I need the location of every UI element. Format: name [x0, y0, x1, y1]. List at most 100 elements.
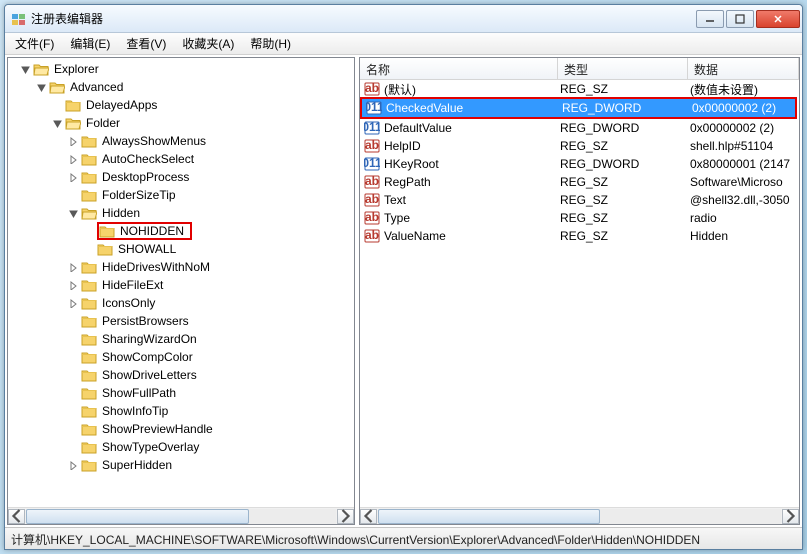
tree-item-hideDrivesWithNoM[interactable]: HideDrivesWithNoM — [8, 258, 354, 276]
tree-item-explorer[interactable]: Explorer — [8, 60, 354, 78]
menu-edit[interactable]: 编辑(E) — [62, 33, 118, 54]
expander-icon[interactable] — [68, 136, 79, 147]
menu-favorites[interactable]: 收藏夹(A) — [174, 33, 242, 54]
list-hscroll[interactable] — [360, 507, 799, 524]
tree-item-sharingWizardOn[interactable]: SharingWizardOn — [8, 330, 354, 348]
expander-icon[interactable] — [68, 208, 79, 219]
scroll-left-button[interactable] — [8, 509, 25, 524]
tree-item-desktopProcess[interactable]: DesktopProcess — [8, 168, 354, 186]
close-button[interactable] — [756, 10, 800, 28]
maximize-button[interactable] — [726, 10, 754, 28]
folder-icon — [81, 170, 97, 184]
tree-item-persistBrowsers[interactable]: PersistBrowsers — [8, 312, 354, 330]
list-body[interactable]: (默认) REG_SZ (数值未设置) CheckedValue REG_DWO… — [360, 80, 799, 507]
folder-icon — [81, 260, 97, 274]
expander-icon[interactable] — [68, 334, 79, 345]
expander-icon[interactable] — [68, 406, 79, 417]
tree-item-iconsOnly[interactable]: IconsOnly — [8, 294, 354, 312]
tree-item-showall[interactable]: SHOWALL — [8, 240, 354, 258]
expander-icon[interactable] — [68, 424, 79, 435]
expander-icon[interactable] — [68, 190, 79, 201]
folder-icon — [81, 134, 97, 148]
expander-icon[interactable] — [68, 388, 79, 399]
value-type: REG_SZ — [560, 211, 690, 225]
expander-icon[interactable] — [68, 154, 79, 165]
tree-item-showPreviewHandle[interactable]: ShowPreviewHandle — [8, 420, 354, 438]
tree-label: Hidden — [100, 206, 142, 220]
expander-icon[interactable] — [84, 226, 95, 237]
value-row[interactable]: Text REG_SZ @shell32.dll,-3050 — [360, 191, 799, 209]
col-data[interactable]: 数据 — [688, 58, 799, 79]
value-data: 0x00000002 (2) — [692, 101, 795, 115]
tree-item-showTypeOverlay[interactable]: ShowTypeOverlay — [8, 438, 354, 456]
minimize-button[interactable] — [696, 10, 724, 28]
menu-help[interactable]: 帮助(H) — [242, 33, 299, 54]
expander-icon[interactable] — [52, 100, 63, 111]
value-name: (默认) — [384, 81, 560, 98]
expander-icon[interactable] — [68, 442, 79, 453]
expander-icon[interactable] — [68, 262, 79, 273]
expander-icon[interactable] — [84, 244, 95, 255]
tree-item-hideFileExt[interactable]: HideFileExt — [8, 276, 354, 294]
expander-icon[interactable] — [68, 316, 79, 327]
value-row[interactable]: DefaultValue REG_DWORD 0x00000002 (2) — [360, 119, 799, 137]
menu-view[interactable]: 查看(V) — [118, 33, 174, 54]
tree-item-showInfoTip[interactable]: ShowInfoTip — [8, 402, 354, 420]
value-type: REG_SZ — [560, 139, 690, 153]
value-data: @shell32.dll,-3050 — [690, 193, 799, 207]
tree-item-nohidden[interactable]: NOHIDDEN — [8, 222, 354, 240]
value-name: CheckedValue — [386, 101, 562, 115]
expander-icon[interactable] — [68, 370, 79, 381]
expander-icon[interactable] — [68, 352, 79, 363]
values-pane: 名称 类型 数据 (默认) REG_SZ (数值未设置) CheckedValu… — [359, 57, 800, 525]
value-name: DefaultValue — [384, 121, 560, 135]
value-data: Software\Microso — [690, 175, 799, 189]
value-name: ValueName — [384, 229, 560, 243]
value-row[interactable]: Type REG_SZ radio — [360, 209, 799, 227]
binary-icon — [364, 156, 380, 172]
tree-hscroll[interactable] — [8, 507, 354, 524]
menu-file[interactable]: 文件(F) — [7, 33, 62, 54]
tree-scroll[interactable]: Explorer Advanced DelayedApps Folder Alw… — [8, 58, 354, 507]
expander-icon[interactable] — [68, 460, 79, 471]
expander-icon[interactable] — [68, 172, 79, 183]
tree-label: SHOWALL — [116, 242, 178, 256]
value-type: REG_DWORD — [560, 157, 690, 171]
scroll-right-button[interactable] — [782, 509, 799, 524]
tree-item-showDriveLetters[interactable]: ShowDriveLetters — [8, 366, 354, 384]
tree-label: ShowPreviewHandle — [100, 422, 215, 436]
col-type[interactable]: 类型 — [558, 58, 688, 79]
tree-item-showFullPath[interactable]: ShowFullPath — [8, 384, 354, 402]
tree-item-alwaysShowMenus[interactable]: AlwaysShowMenus — [8, 132, 354, 150]
tree-item-advanced[interactable]: Advanced — [8, 78, 354, 96]
expander-icon[interactable] — [52, 118, 63, 129]
value-row[interactable]: CheckedValue REG_DWORD 0x00000002 (2) — [362, 99, 795, 117]
tree-item-showCompColor[interactable]: ShowCompColor — [8, 348, 354, 366]
expander-icon[interactable] — [68, 280, 79, 291]
value-row[interactable]: HelpID REG_SZ shell.hlp#51104 — [360, 137, 799, 155]
value-row[interactable]: (默认) REG_SZ (数值未设置) — [360, 80, 799, 98]
value-row[interactable]: ValueName REG_SZ Hidden — [360, 227, 799, 245]
scroll-right-button[interactable] — [337, 509, 354, 524]
scroll-left-button[interactable] — [360, 509, 377, 524]
tree-label: Advanced — [68, 80, 125, 94]
string-icon — [364, 81, 380, 97]
tree-item-superHidden[interactable]: SuperHidden — [8, 456, 354, 474]
tree-item-folder[interactable]: Folder — [8, 114, 354, 132]
value-row[interactable]: HKeyRoot REG_DWORD 0x80000001 (2147 — [360, 155, 799, 173]
expander-icon[interactable] — [68, 298, 79, 309]
tree-item-delayedApps[interactable]: DelayedApps — [8, 96, 354, 114]
value-data: shell.hlp#51104 — [690, 139, 799, 153]
tree-item-folderSizeTip[interactable]: FolderSizeTip — [8, 186, 354, 204]
tree-item-autoCheckSelect[interactable]: AutoCheckSelect — [8, 150, 354, 168]
tree-label: SharingWizardOn — [100, 332, 199, 346]
folder-icon — [81, 350, 97, 364]
expander-icon[interactable] — [36, 82, 47, 93]
tree-item-hidden[interactable]: Hidden — [8, 204, 354, 222]
folder-icon — [97, 242, 113, 256]
value-row[interactable]: RegPath REG_SZ Software\Microso — [360, 173, 799, 191]
value-name: Type — [384, 211, 560, 225]
titlebar[interactable]: 注册表编辑器 — [5, 5, 802, 33]
col-name[interactable]: 名称 — [360, 58, 558, 79]
expander-icon[interactable] — [20, 64, 31, 75]
